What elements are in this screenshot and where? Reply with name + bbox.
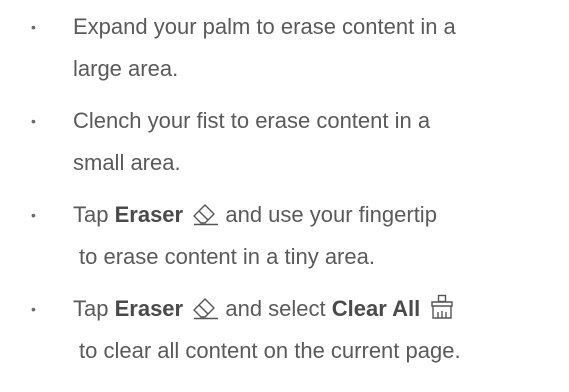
bullet: •	[31, 207, 36, 223]
bullet: •	[31, 113, 36, 129]
item-text-line: Expand your palm to erase content in a	[73, 14, 456, 39]
eraser-label: Eraser	[114, 202, 184, 227]
bullet: •	[31, 19, 36, 35]
item-text-line: small area.	[73, 150, 181, 175]
eraser-icon	[193, 298, 219, 320]
eraser-icon	[193, 204, 219, 226]
item-text: Tap	[73, 202, 115, 227]
item-text: Tap	[73, 296, 115, 321]
instruction-list: • Expand your palm to erase content in a…	[0, 6, 569, 382]
bullet: •	[31, 301, 36, 317]
list-item: • Tap Eraser and use your fingertip to e…	[0, 194, 569, 278]
eraser-label: Eraser	[114, 296, 184, 321]
item-text-line: Tap Eraser and use your fingertip	[73, 194, 569, 236]
item-text-line: large area.	[73, 56, 179, 81]
broom-icon	[431, 294, 454, 319]
item-text-line: Tap Eraser and select Clear All	[73, 288, 569, 330]
list-item: • Expand your palm to erase content in a…	[0, 6, 569, 90]
item-text-line: Clench your fist to erase content in a	[73, 108, 431, 133]
clear-all-label: Clear All	[331, 296, 421, 321]
item-text-line: to erase content in a tiny area.	[79, 244, 375, 269]
item-text: and use your fingertip	[219, 202, 437, 227]
list-item: • Clench your fist to erase content in a…	[0, 100, 569, 184]
list-item: • Tap Eraser and select Clear All to cle…	[0, 288, 569, 372]
item-text: and select	[219, 296, 332, 321]
item-text-line: to clear all content on the current page…	[79, 338, 461, 363]
